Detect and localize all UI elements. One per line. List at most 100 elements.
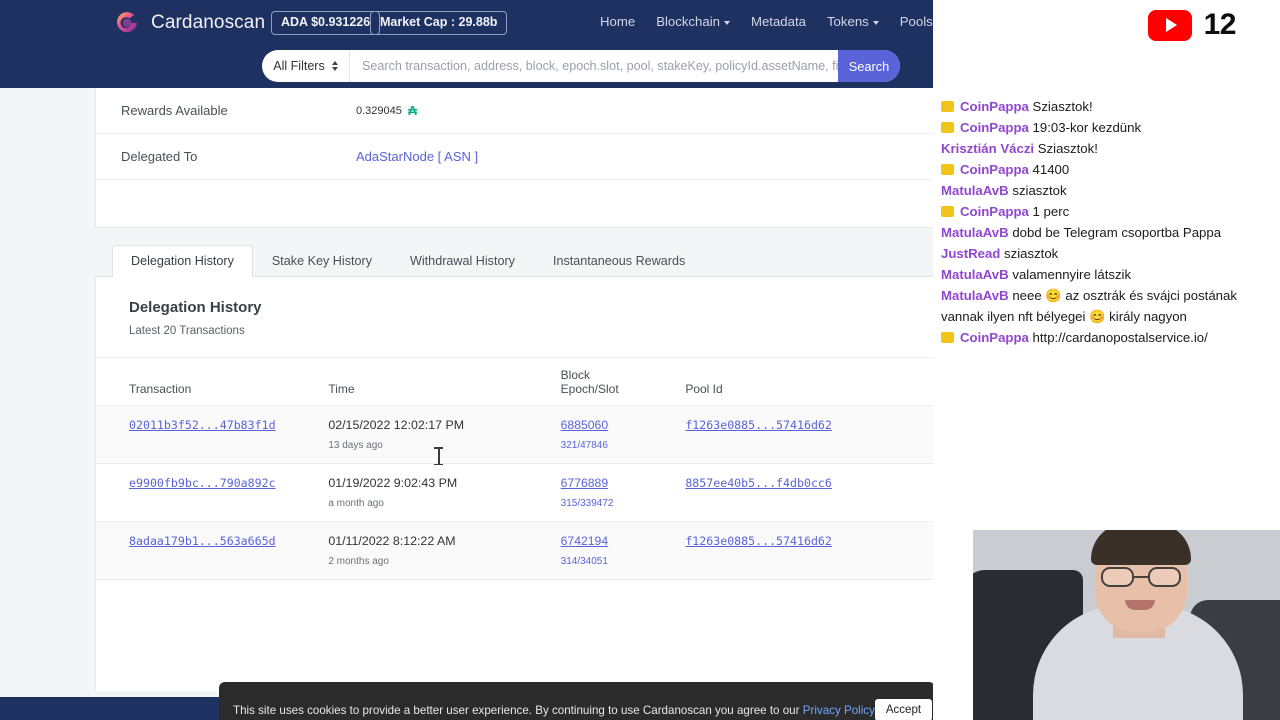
cardanoscan-logo-icon (112, 8, 142, 38)
ada-symbol-icon: ₳ (407, 103, 418, 118)
chat-message: MatulaAvB sziasztok (941, 180, 1272, 201)
chat-author[interactable]: CoinPappa (960, 120, 1029, 135)
cell-pool-id: 8857ee40b5...f4db0cc6 (685, 463, 958, 522)
viewer-count: 12 (1203, 8, 1237, 41)
nav-label-metadata: Metadata (750, 14, 806, 29)
tab-stake-key-history[interactable]: Stake Key History (253, 245, 391, 277)
chat-message: Krisztián Váczi Sziasztok! (941, 138, 1272, 159)
chevron-down-icon (872, 20, 879, 25)
nav-label-blockchain: Blockchain (656, 14, 720, 29)
accept-cookies-button[interactable]: Accept (874, 699, 933, 720)
nav-item-metadata[interactable]: Metadata (751, 14, 806, 29)
tab-withdrawal-history[interactable]: Withdrawal History (391, 245, 534, 277)
th-block-epoch-slot: Block Epoch/Slot (560, 357, 686, 406)
search-button[interactable]: Search (838, 50, 900, 82)
tab-instantaneous-rewards[interactable]: Instantaneous Rewards (534, 245, 704, 277)
pool-id-link[interactable]: 8857ee40b5...f4db0cc6 (685, 476, 832, 490)
block-number-link[interactable]: 6885060 (561, 418, 608, 432)
chat-author[interactable]: CoinPappa (960, 204, 1029, 219)
transaction-time-ago: 2 months ago (328, 556, 389, 567)
privacy-policy-link[interactable]: Privacy Policy (803, 704, 875, 717)
nav-item-tokens[interactable]: Tokens (827, 14, 879, 29)
search-bar: All Filters Search (262, 50, 900, 82)
chat-message: CoinPappa Sziasztok! (941, 96, 1272, 117)
cell-time: 01/19/2022 9:02:43 PM a month ago (328, 463, 561, 522)
market-cap-badge[interactable]: Market Cap : 29.88b (370, 11, 508, 35)
transaction-hash-link[interactable]: 8adaa179b1...563a665d (129, 534, 276, 548)
chat-author[interactable]: Krisztián Váczi (941, 141, 1034, 156)
stream-overlay: 12 CoinPappa Sziasztok! CoinPappa 19:03-… (933, 0, 1280, 720)
chat-message: MatulaAvB dobd be Telegram csoportba Pap… (941, 222, 1272, 243)
chat-text: dobd be Telegram csoportba Pappa (1012, 225, 1222, 240)
chat-author[interactable]: MatulaAvB (941, 225, 1009, 240)
ada-price-badge[interactable]: ADA $0.931226 (271, 11, 381, 35)
chat-author[interactable]: MatulaAvB (941, 183, 1009, 198)
pool-id-link[interactable]: f1263e0885...57416d62 (685, 534, 832, 548)
brand[interactable]: Cardanoscan (112, 8, 265, 38)
epoch-slot-value: 321/47846 (560, 440, 608, 451)
transaction-hash-link[interactable]: e9900fb9bc...790a892c (129, 476, 276, 490)
rewards-available-label: Rewards Available (121, 103, 228, 118)
chat-author[interactable]: MatulaAvB (941, 288, 1009, 303)
nav-label-home: Home (600, 14, 636, 29)
moderator-badge-icon (941, 122, 954, 133)
block-number-link[interactable]: 6776889 (561, 476, 608, 490)
chat-text: valamennyire látszik (1012, 267, 1132, 282)
chat-author[interactable]: CoinPappa (960, 99, 1029, 114)
rewards-available-amount: 0.329045 (356, 104, 402, 117)
transaction-time-ago: 13 days ago (328, 440, 383, 451)
transaction-hash-link[interactable]: 02011b3f52...47b83f1d (129, 418, 276, 432)
chat-text: 41400 (1032, 162, 1070, 177)
chat-text: 19:03-kor kezdünk (1032, 120, 1142, 135)
nav-item-blockchain[interactable]: Blockchain (656, 14, 730, 29)
chat-message: CoinPappa 1 perc (941, 201, 1272, 222)
youtube-viewer-counter: 12 (1147, 8, 1237, 42)
tab-delegation-history[interactable]: Delegation History (112, 245, 253, 277)
cell-block: 6776889 315/339472 (560, 463, 686, 522)
delegated-pool-link[interactable]: AdaStarNode [ ASN ] (356, 149, 478, 164)
live-chat-list: CoinPappa Sziasztok! CoinPappa 19:03-kor… (933, 96, 1280, 348)
cookie-banner-text: This site uses cookies to provide a bett… (233, 686, 875, 717)
moderator-badge-icon (941, 101, 954, 112)
chat-text: Sziasztok! (1037, 141, 1098, 156)
youtube-play-icon (1147, 9, 1192, 41)
chat-author[interactable]: JustRead (941, 246, 1000, 261)
cookie-text-body: This site uses cookies to provide a bett… (233, 703, 800, 717)
chat-author[interactable]: CoinPappa (960, 162, 1029, 177)
cell-pool-id: f1263e0885...57416d62 (685, 405, 958, 464)
sort-updown-icon (331, 61, 338, 71)
th-block-label: Block (560, 368, 590, 382)
nav-label-pools: Pools (899, 14, 933, 29)
nav-item-home[interactable]: Home (600, 14, 635, 29)
glasses-icon (1101, 567, 1181, 587)
pool-id-link[interactable]: f1263e0885...57416d62 (685, 418, 832, 432)
chat-author[interactable]: CoinPappa (960, 330, 1029, 345)
cell-pool-id: f1263e0885...57416d62 (685, 521, 958, 580)
cell-time: 01/11/2022 8:12:22 AM 2 months ago (328, 521, 561, 580)
search-input[interactable] (350, 50, 838, 82)
chat-message: CoinPappa http://cardanopostalservice.io… (941, 327, 1272, 348)
transaction-time-ago: a month ago (328, 498, 384, 509)
all-filters-label: All Filters (273, 59, 325, 73)
chat-message: MatulaAvB neee 😊 az osztrák és svájci po… (941, 285, 1272, 327)
transaction-time: 01/19/2022 9:02:43 PM (328, 476, 458, 490)
chevron-down-icon (723, 20, 730, 25)
nav-item-pools[interactable]: Pools (900, 14, 933, 29)
rewards-available-value: 0.329045 ₳ (356, 104, 417, 117)
chat-message: MatulaAvB valamennyire látszik (941, 264, 1272, 285)
th-epoch-slot-label: Epoch/Slot (560, 382, 619, 396)
brand-name: Cardanoscan (151, 12, 266, 33)
chat-text: 1 perc (1032, 204, 1070, 219)
delegated-to-label: Delegated To (121, 149, 198, 164)
chat-text: sziasztok (1004, 246, 1059, 261)
epoch-slot-value: 315/339472 (560, 498, 614, 509)
cookie-banner: This site uses cookies to provide a bett… (219, 682, 935, 720)
block-number-link[interactable]: 6742194 (561, 534, 608, 548)
chat-text: sziasztok (1012, 183, 1067, 198)
all-filters-dropdown[interactable]: All Filters (262, 50, 350, 82)
epoch-slot-value: 314/34051 (560, 556, 608, 567)
screen: Cardanoscan ADA $0.931226 Market Cap : 2… (0, 0, 1280, 720)
chat-author[interactable]: MatulaAvB (941, 267, 1009, 282)
moderator-badge-icon (941, 164, 954, 175)
cell-transaction: 8adaa179b1...563a665d (96, 521, 329, 580)
